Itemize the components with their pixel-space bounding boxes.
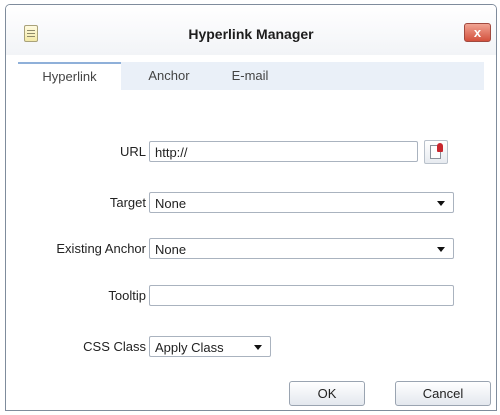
target-value: None bbox=[155, 196, 187, 211]
tooltip-label: Tooltip bbox=[108, 288, 146, 303]
existing-anchor-label: Existing Anchor bbox=[56, 241, 146, 256]
pin-icon bbox=[437, 143, 443, 152]
url-label: URL bbox=[119, 144, 146, 159]
url-browse-button[interactable] bbox=[424, 140, 448, 164]
existing-anchor-value: None bbox=[155, 242, 187, 257]
tab-email[interactable]: E-mail bbox=[210, 62, 290, 90]
tab-hyperlink[interactable]: Hyperlink bbox=[18, 62, 121, 90]
hyperlink-manager-dialog: Hyperlink Manager x Hyperlink Anchor E-m… bbox=[5, 4, 497, 411]
tab-strip: Hyperlink Anchor E-mail bbox=[18, 62, 484, 90]
cancel-button[interactable]: Cancel bbox=[395, 381, 491, 406]
url-value: http:// bbox=[155, 145, 188, 160]
tab-anchor[interactable]: Anchor bbox=[128, 62, 210, 90]
title-bar[interactable]: Hyperlink Manager x bbox=[6, 5, 496, 55]
dropdown-arrow-icon bbox=[437, 201, 445, 206]
css-class-select[interactable]: Apply Class bbox=[149, 336, 271, 357]
tooltip-input[interactable] bbox=[149, 285, 454, 306]
dropdown-arrow-icon bbox=[437, 247, 445, 252]
dialog-title: Hyperlink Manager bbox=[188, 26, 314, 42]
target-select[interactable]: None bbox=[149, 192, 454, 213]
dropdown-arrow-icon bbox=[254, 345, 262, 350]
url-input[interactable]: http:// bbox=[149, 141, 418, 162]
existing-anchor-select[interactable]: None bbox=[149, 238, 454, 259]
css-class-value: Apply Class bbox=[155, 340, 224, 355]
close-icon: x bbox=[473, 25, 482, 40]
css-class-label: CSS Class bbox=[83, 339, 146, 354]
ok-button[interactable]: OK bbox=[289, 381, 365, 406]
target-label: Target bbox=[109, 195, 146, 210]
close-button[interactable]: x bbox=[464, 23, 491, 42]
